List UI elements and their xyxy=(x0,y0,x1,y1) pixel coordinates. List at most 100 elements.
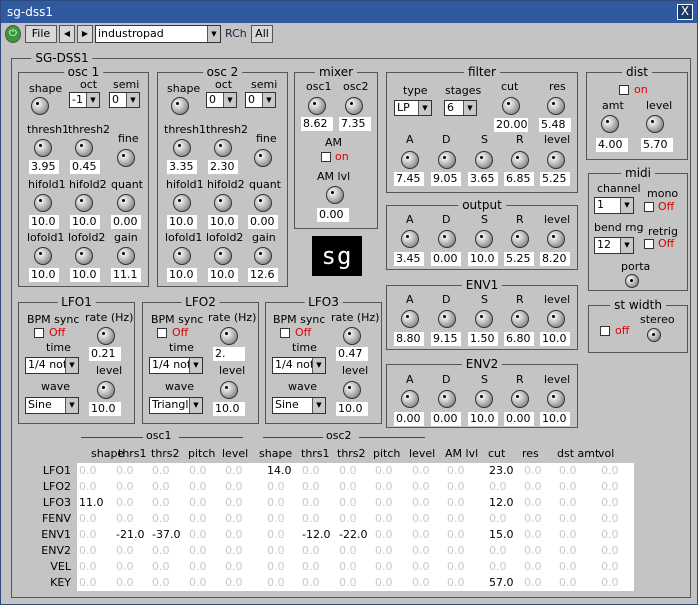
matrix-cell[interactable]: 0.0 xyxy=(489,559,507,575)
matrix-cell[interactable]: 0.0 xyxy=(524,463,542,479)
matrix-cell[interactable]: 0.0 xyxy=(302,543,320,559)
osc2-hifold2-knob[interactable] xyxy=(214,194,232,212)
matrix-cell[interactable]: 0.0 xyxy=(79,575,97,591)
stwidth-checkbox[interactable] xyxy=(600,326,610,336)
matrix-cell[interactable]: 0.0 xyxy=(375,575,393,591)
matrix-cell[interactable]: 0.0 xyxy=(339,463,357,479)
output-level-value[interactable]: 8.20 xyxy=(540,252,570,266)
env2-d-value[interactable]: 0.00 xyxy=(431,412,461,426)
filter-s-value[interactable]: 3.65 xyxy=(468,172,498,186)
matrix-cell[interactable]: 0.0 xyxy=(489,511,507,527)
matrix-cell[interactable]: 0.0 xyxy=(412,559,430,575)
osc2-quant-knob[interactable] xyxy=(254,194,272,212)
osc1-quant-value[interactable]: 0.00 xyxy=(111,215,141,229)
next-preset-button[interactable]: ▶ xyxy=(77,25,93,43)
env2-s-knob[interactable] xyxy=(475,390,493,408)
matrix-cell[interactable]: 0.0 xyxy=(267,527,285,543)
osc2-lofold1-value[interactable]: 10.0 xyxy=(167,268,197,282)
osc1-hifold1-value[interactable]: 10.0 xyxy=(29,215,59,229)
filter-res-value[interactable]: 5.48 xyxy=(539,118,571,132)
matrix-cell[interactable]: -12.0 xyxy=(302,527,330,543)
osc1-lofold1-knob[interactable] xyxy=(34,247,52,265)
osc1-gain-value[interactable]: 11.1 xyxy=(111,268,141,282)
matrix-cell[interactable]: 0.0 xyxy=(559,479,577,495)
osc2-lofold2-knob[interactable] xyxy=(214,247,232,265)
osc1-hifold2-knob[interactable] xyxy=(75,194,93,212)
mixer-am-checkbox[interactable] xyxy=(321,152,331,162)
mixer-osc2-knob[interactable] xyxy=(345,97,363,115)
matrix-cell[interactable]: 0.0 xyxy=(116,511,134,527)
osc1-quant-knob[interactable] xyxy=(117,194,135,212)
osc1-lofold1-value[interactable]: 10.0 xyxy=(29,268,59,282)
matrix-cell[interactable]: 0.0 xyxy=(375,559,393,575)
matrix-cell[interactable]: 0.0 xyxy=(447,495,465,511)
matrix-cell[interactable]: 0.0 xyxy=(152,575,170,591)
osc2-thresh2-knob[interactable] xyxy=(214,139,232,157)
matrix-cell[interactable]: 0.0 xyxy=(152,495,170,511)
matrix-cell[interactable]: 0.0 xyxy=(189,511,207,527)
mixer-amlvl-knob[interactable] xyxy=(326,186,344,204)
matrix-cell[interactable]: 0.0 xyxy=(412,511,430,527)
matrix-cell[interactable]: 0.0 xyxy=(225,543,243,559)
lfo3-rate-value[interactable]: 0.47 xyxy=(336,347,368,361)
matrix-cell[interactable]: 0.0 xyxy=(189,479,207,495)
matrix-cell[interactable]: 0.0 xyxy=(524,543,542,559)
matrix-cell[interactable]: 0.0 xyxy=(601,527,619,543)
osc1-thresh1-knob[interactable] xyxy=(34,139,52,157)
matrix-cell[interactable]: 0.0 xyxy=(79,559,97,575)
file-menu-button[interactable]: File xyxy=(25,25,57,43)
env2-a-value[interactable]: 0.00 xyxy=(394,412,424,426)
lfo1-rate-knob[interactable] xyxy=(97,327,115,345)
matrix-cell[interactable]: 11.0 xyxy=(79,495,104,511)
matrix-cell[interactable]: 0.0 xyxy=(412,527,430,543)
matrix-cell[interactable]: 0.0 xyxy=(152,543,170,559)
close-button[interactable]: X xyxy=(677,4,693,20)
matrix-cell[interactable]: 0.0 xyxy=(152,559,170,575)
output-a-knob[interactable] xyxy=(401,230,419,248)
matrix-cell[interactable]: 0.0 xyxy=(79,527,97,543)
osc1-hifold2-value[interactable]: 10.0 xyxy=(70,215,100,229)
lfo3-level-value[interactable]: 10.0 xyxy=(336,402,368,416)
midi-mono-checkbox[interactable] xyxy=(644,202,654,212)
matrix-cell[interactable]: 0.0 xyxy=(559,575,577,591)
mixer-osc2-value[interactable]: 7.35 xyxy=(339,117,371,131)
matrix-cell[interactable]: 0.0 xyxy=(267,543,285,559)
matrix-cell[interactable]: 0.0 xyxy=(559,463,577,479)
filter-d-value[interactable]: 9.05 xyxy=(431,172,461,186)
env1-level-knob[interactable] xyxy=(547,310,565,328)
osc2-hifold2-value[interactable]: 10.0 xyxy=(208,215,238,229)
matrix-cell[interactable]: 0.0 xyxy=(524,559,542,575)
matrix-cell[interactable]: -37.0 xyxy=(152,527,180,543)
osc1-thresh2-value[interactable]: 0.45 xyxy=(70,160,100,174)
lfo1-rate-value[interactable]: 0.21 xyxy=(89,347,121,361)
matrix-cell[interactable]: 0.0 xyxy=(302,479,320,495)
mixer-osc1-value[interactable]: 8.62 xyxy=(301,117,333,131)
matrix-cell[interactable]: 0.0 xyxy=(489,543,507,559)
env1-s-knob[interactable] xyxy=(475,310,493,328)
osc1-gain-knob[interactable] xyxy=(117,247,135,265)
lfo2-level-value[interactable]: 10.0 xyxy=(213,402,245,416)
matrix-cell[interactable]: 0.0 xyxy=(79,543,97,559)
output-r-knob[interactable] xyxy=(511,230,529,248)
env2-level-value[interactable]: 10.0 xyxy=(540,412,570,426)
lfo1-bpm-checkbox[interactable] xyxy=(34,328,44,338)
matrix-cell[interactable]: 0.0 xyxy=(302,575,320,591)
output-a-value[interactable]: 3.45 xyxy=(394,252,424,266)
matrix-cell[interactable]: 0.0 xyxy=(601,575,619,591)
output-d-value[interactable]: 0.00 xyxy=(431,252,461,266)
lfo3-time-select[interactable]: 1/4 not ▼ xyxy=(272,357,326,374)
matrix-cell[interactable]: 12.0 xyxy=(489,495,514,511)
osc2-gain-knob[interactable] xyxy=(254,247,272,265)
env2-level-knob[interactable] xyxy=(547,390,565,408)
filter-level-value[interactable]: 5.25 xyxy=(540,172,570,186)
output-d-knob[interactable] xyxy=(438,230,456,248)
env1-r-knob[interactable] xyxy=(511,310,529,328)
osc1-lofold2-knob[interactable] xyxy=(75,247,93,265)
matrix-cell[interactable]: 0.0 xyxy=(267,575,285,591)
osc1-thresh1-value[interactable]: 3.95 xyxy=(29,160,59,174)
matrix-cell[interactable]: 0.0 xyxy=(601,543,619,559)
matrix-cell[interactable]: 0.0 xyxy=(339,495,357,511)
lfo1-wave-select[interactable]: Sine ▼ xyxy=(25,397,79,414)
midi-channel-select[interactable]: 1 ▼ xyxy=(594,197,634,214)
matrix-cell[interactable]: 0.0 xyxy=(375,527,393,543)
